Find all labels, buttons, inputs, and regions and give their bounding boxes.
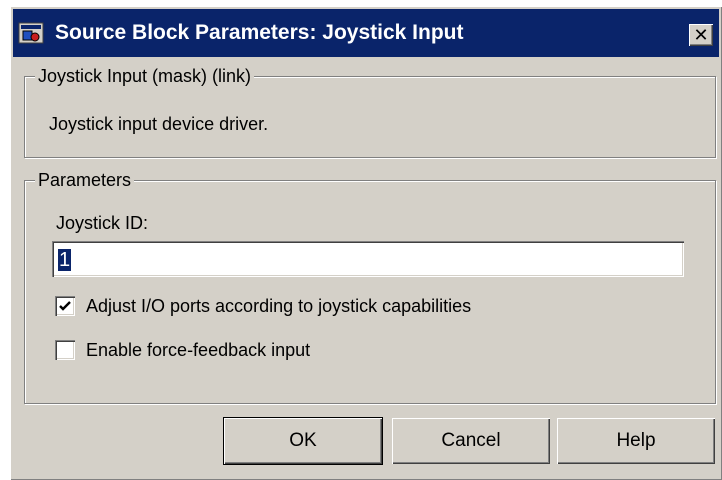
adjust-io-ports-label[interactable]: Adjust I/O ports according to joystick c… xyxy=(86,295,471,317)
joystick-id-label: Joystick ID: xyxy=(56,213,149,233)
adjust-io-ports-checkbox[interactable] xyxy=(55,296,75,316)
dialog-window: Source Block Parameters: Joystick Input … xyxy=(10,6,722,480)
help-button[interactable]: Help xyxy=(557,418,715,464)
ok-button[interactable]: OK xyxy=(224,418,382,464)
force-feedback-label[interactable]: Enable force-feedback input xyxy=(86,339,310,361)
close-button[interactable]: ✕ xyxy=(689,24,713,46)
joystick-id-value: 1 xyxy=(58,249,72,271)
parameters-group-label: Parameters xyxy=(35,169,135,191)
mask-description: Joystick input device driver. xyxy=(49,114,269,134)
joystick-id-input[interactable]: 1 xyxy=(52,241,684,277)
checkmark-icon xyxy=(59,301,71,311)
title-bar[interactable]: Source Block Parameters: Joystick Input … xyxy=(13,9,719,57)
mask-info-group: Joystick Input (mask) (link) Joystick in… xyxy=(24,65,716,158)
cancel-button[interactable]: Cancel xyxy=(392,418,550,464)
simulink-block-icon xyxy=(18,22,44,44)
window-title: Source Block Parameters: Joystick Input xyxy=(55,21,464,44)
close-icon: ✕ xyxy=(693,24,709,45)
force-feedback-checkbox[interactable] xyxy=(55,340,75,360)
mask-group-label: Joystick Input (mask) (link) xyxy=(35,65,255,87)
